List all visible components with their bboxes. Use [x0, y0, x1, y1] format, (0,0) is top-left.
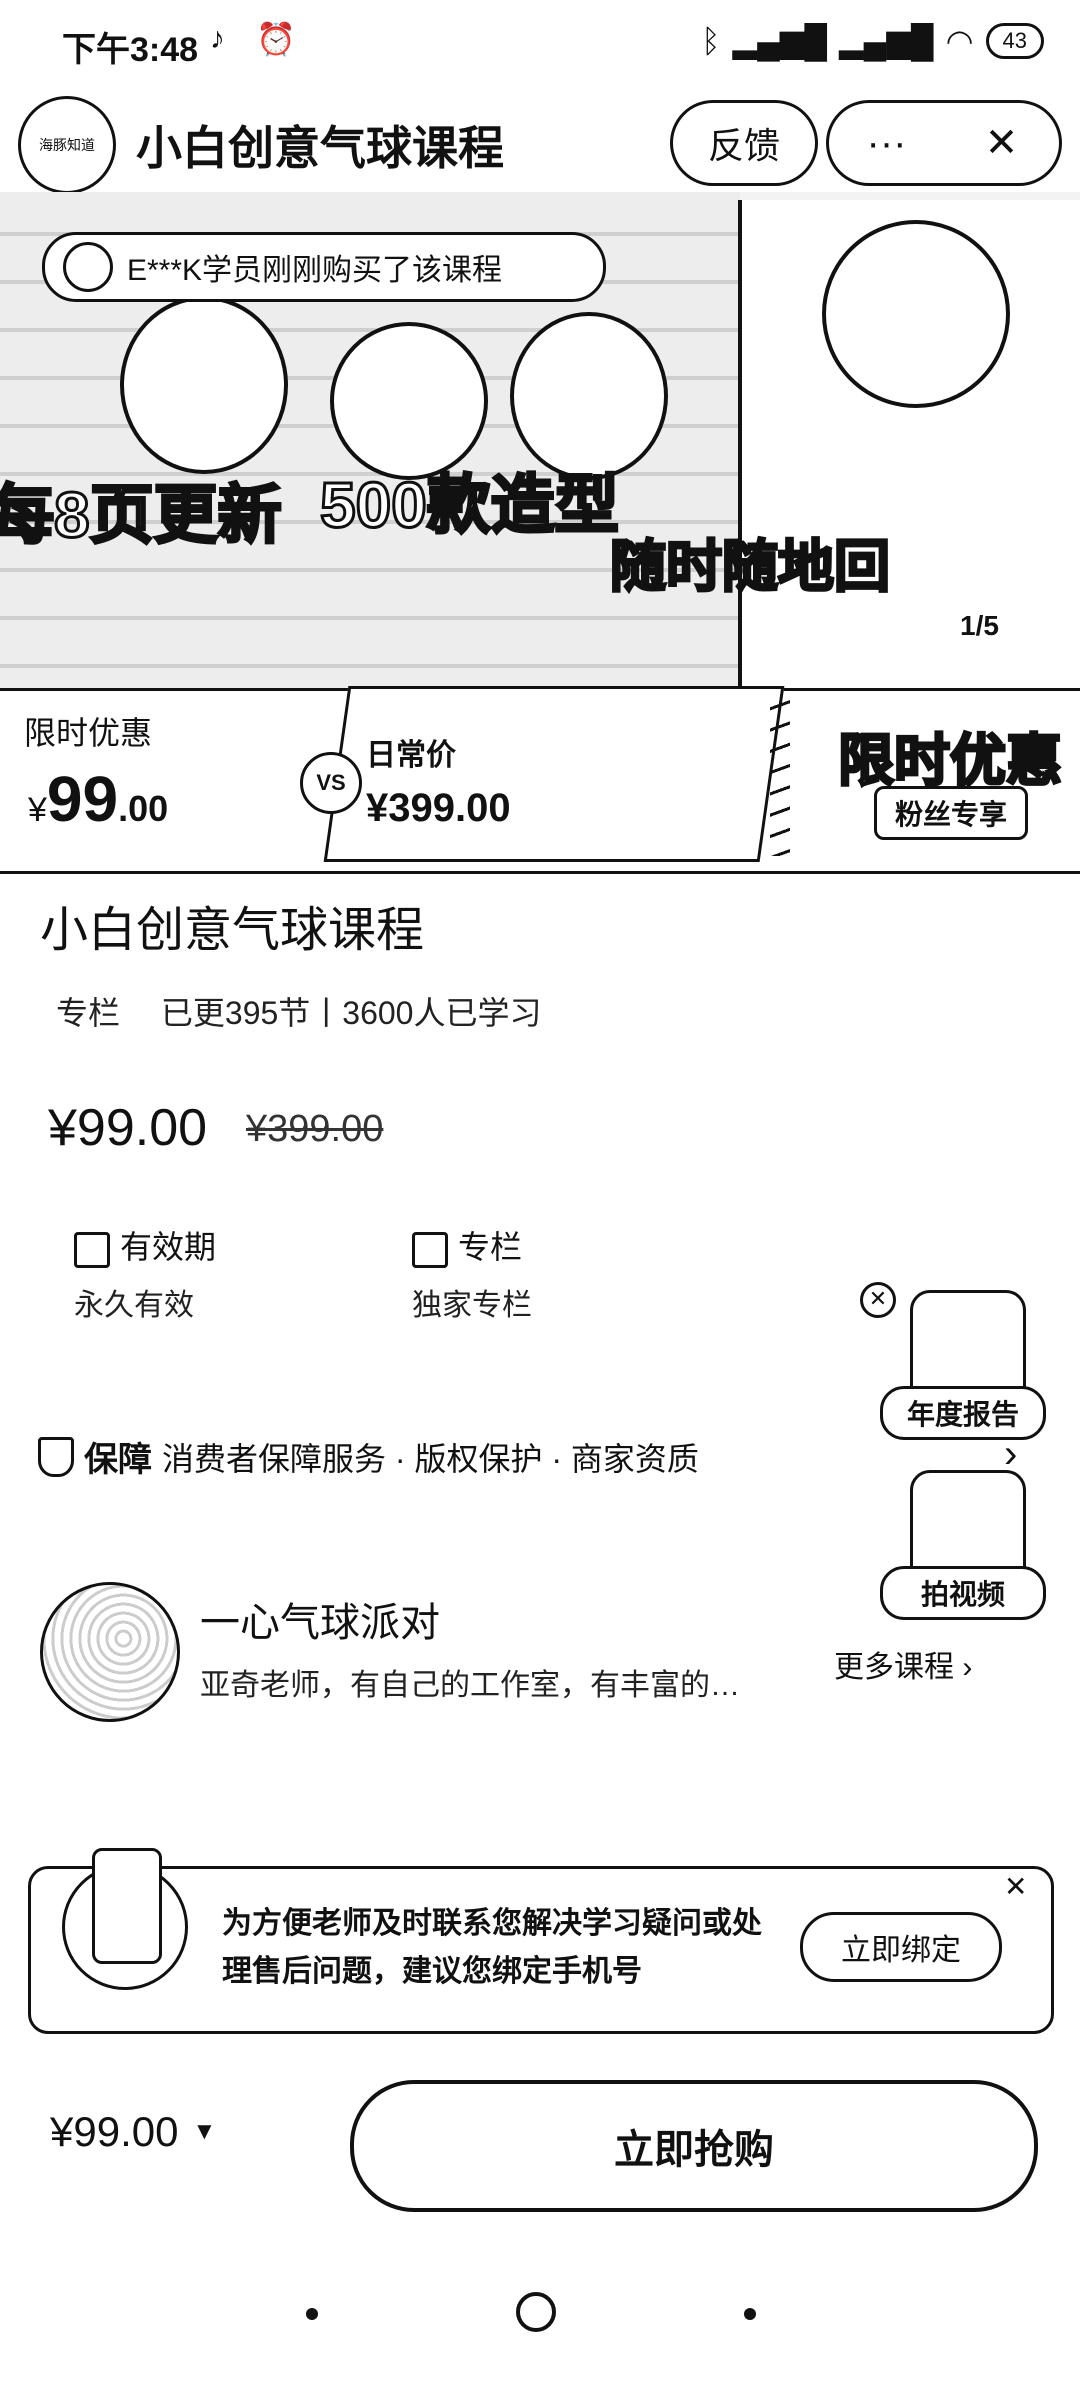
lightning-divider-icon [770, 686, 790, 856]
column-label-text: 专栏 [458, 1229, 523, 1265]
shop-logo[interactable]: 海豚知道 [18, 96, 116, 194]
wifi-icon: ◠ [945, 23, 974, 59]
column-value: 独家专栏 [412, 1289, 532, 1322]
promo-text-mid: 500款造型 [319, 468, 621, 543]
bind-phone-text: 为方便老师及时联系您解决学习疑问或处理售后问题，建议您绑定手机号 [222, 1907, 762, 1988]
recent-purchase-toast: E***K学员刚刚购买了该课程 [42, 232, 606, 302]
course-price: ¥99.00 [48, 1099, 208, 1157]
limit-label: 限时优惠 [24, 715, 153, 751]
shoot-video-label: 拍视频 [880, 1566, 1046, 1620]
bluetooth-icon: ᛒ [701, 22, 721, 59]
fan-offer-tag: 粉丝专享 [874, 786, 1029, 840]
more-button[interactable]: ··· [829, 121, 944, 166]
bottom-price[interactable]: ¥99.00 ▼ [50, 2108, 216, 2156]
shoot-video-widget[interactable]: 拍视频 [880, 1470, 1050, 1620]
guarantee-text: 消费者保障服务 · 版权保护 · 商家资质 [162, 1440, 699, 1477]
more-courses-link[interactable]: 更多课程 › [834, 1642, 972, 1686]
limit-price-int: 99 [46, 763, 119, 835]
validity-value: 永久有效 [74, 1289, 194, 1322]
nav-home-button[interactable] [516, 2292, 556, 2332]
vs-badge: VS [300, 752, 362, 814]
guarantee-row[interactable]: 保障 消费者保障服务 · 版权保护 · 商家资质 [38, 1432, 699, 1481]
alarm-icon: ⏰ [256, 21, 296, 57]
annual-report-label: 年度报告 [880, 1386, 1046, 1440]
banner-page-indicator: 1/5 [960, 610, 999, 641]
guarantee-label: 保障 [84, 1441, 152, 1479]
validity-label: 有效期 [74, 1222, 216, 1268]
buy-now-button[interactable]: 立即抢购 [350, 2080, 1038, 2212]
capsule-menu: ··· ✕ [826, 100, 1062, 186]
battery-indicator: 43 [985, 23, 1044, 59]
close-button[interactable]: ✕ [944, 120, 1059, 166]
column-label: 专栏 [412, 1222, 522, 1268]
course-meta: 专栏 已更395节丨3600人已学习 [56, 995, 542, 1031]
page-title: 小白创意气球课程 [136, 122, 504, 174]
nav-recents-button[interactable] [306, 2308, 318, 2320]
buyer-avatar-icon [63, 242, 113, 292]
balloon-character-icon [120, 296, 288, 474]
course-title: 小白创意气球课程 [40, 904, 425, 957]
promo-text-right: 随时随地回 [609, 534, 892, 600]
teacher-desc: 亚奇老师，有自己的工作室，有丰富的… [200, 1669, 740, 1702]
teacher-name[interactable]: 一心气球派对 [200, 1590, 440, 1648]
nav-back-button[interactable] [744, 2308, 756, 2320]
fan-offer-title: 限时优惠 [837, 728, 1064, 794]
status-bar: 下午3:48 ♪ ⏰ ᛒ ▂▄▆█ ▂▄▆█ ◠ 43 [0, 0, 1080, 90]
phone-icon [92, 1848, 162, 1964]
signal-icon: ▂▄▆█ [839, 23, 934, 59]
bind-phone-button[interactable]: 立即绑定 [800, 1912, 1002, 1982]
shield-icon [38, 1436, 74, 1477]
course-old-price: ¥399.00 [246, 1108, 384, 1150]
caret-down-icon: ▼ [192, 2118, 217, 2145]
teacher-avatar[interactable] [40, 1582, 180, 1722]
daily-price-label: 日常价 [366, 739, 456, 772]
bear-face-icon [822, 220, 1010, 408]
calendar-icon [74, 1231, 110, 1268]
tiktok-icon: ♪ [210, 22, 225, 55]
status-time: 下午3:48 [62, 31, 199, 69]
limit-currency: ¥ [28, 791, 47, 829]
bottom-price-value: ¥99.00 [50, 2108, 179, 2155]
limit-price-dec: .00 [118, 788, 169, 829]
close-icon[interactable]: ✕ [1004, 1870, 1027, 1903]
bookmark-icon [412, 1231, 448, 1268]
recent-purchase-text: E***K学员刚刚购买了该课程 [127, 254, 503, 287]
daily-price-value: ¥399.00 [366, 786, 511, 830]
feedback-button[interactable]: 反馈 [670, 100, 818, 186]
banner-bear-image [738, 200, 1080, 710]
signal-icon: ▂▄▆█ [732, 23, 828, 59]
validity-label-text: 有效期 [120, 1229, 217, 1265]
limit-price: ¥99.00 [28, 762, 168, 836]
logo-text: 海豚知道 [39, 137, 95, 153]
daily-price-box [323, 686, 785, 862]
annual-report-widget[interactable]: 年度报告 [880, 1290, 1050, 1440]
status-right: ᛒ ▂▄▆█ ▂▄▆█ ◠ 43 [701, 22, 1044, 60]
promo-text-left: 每8页更新 [0, 478, 283, 553]
